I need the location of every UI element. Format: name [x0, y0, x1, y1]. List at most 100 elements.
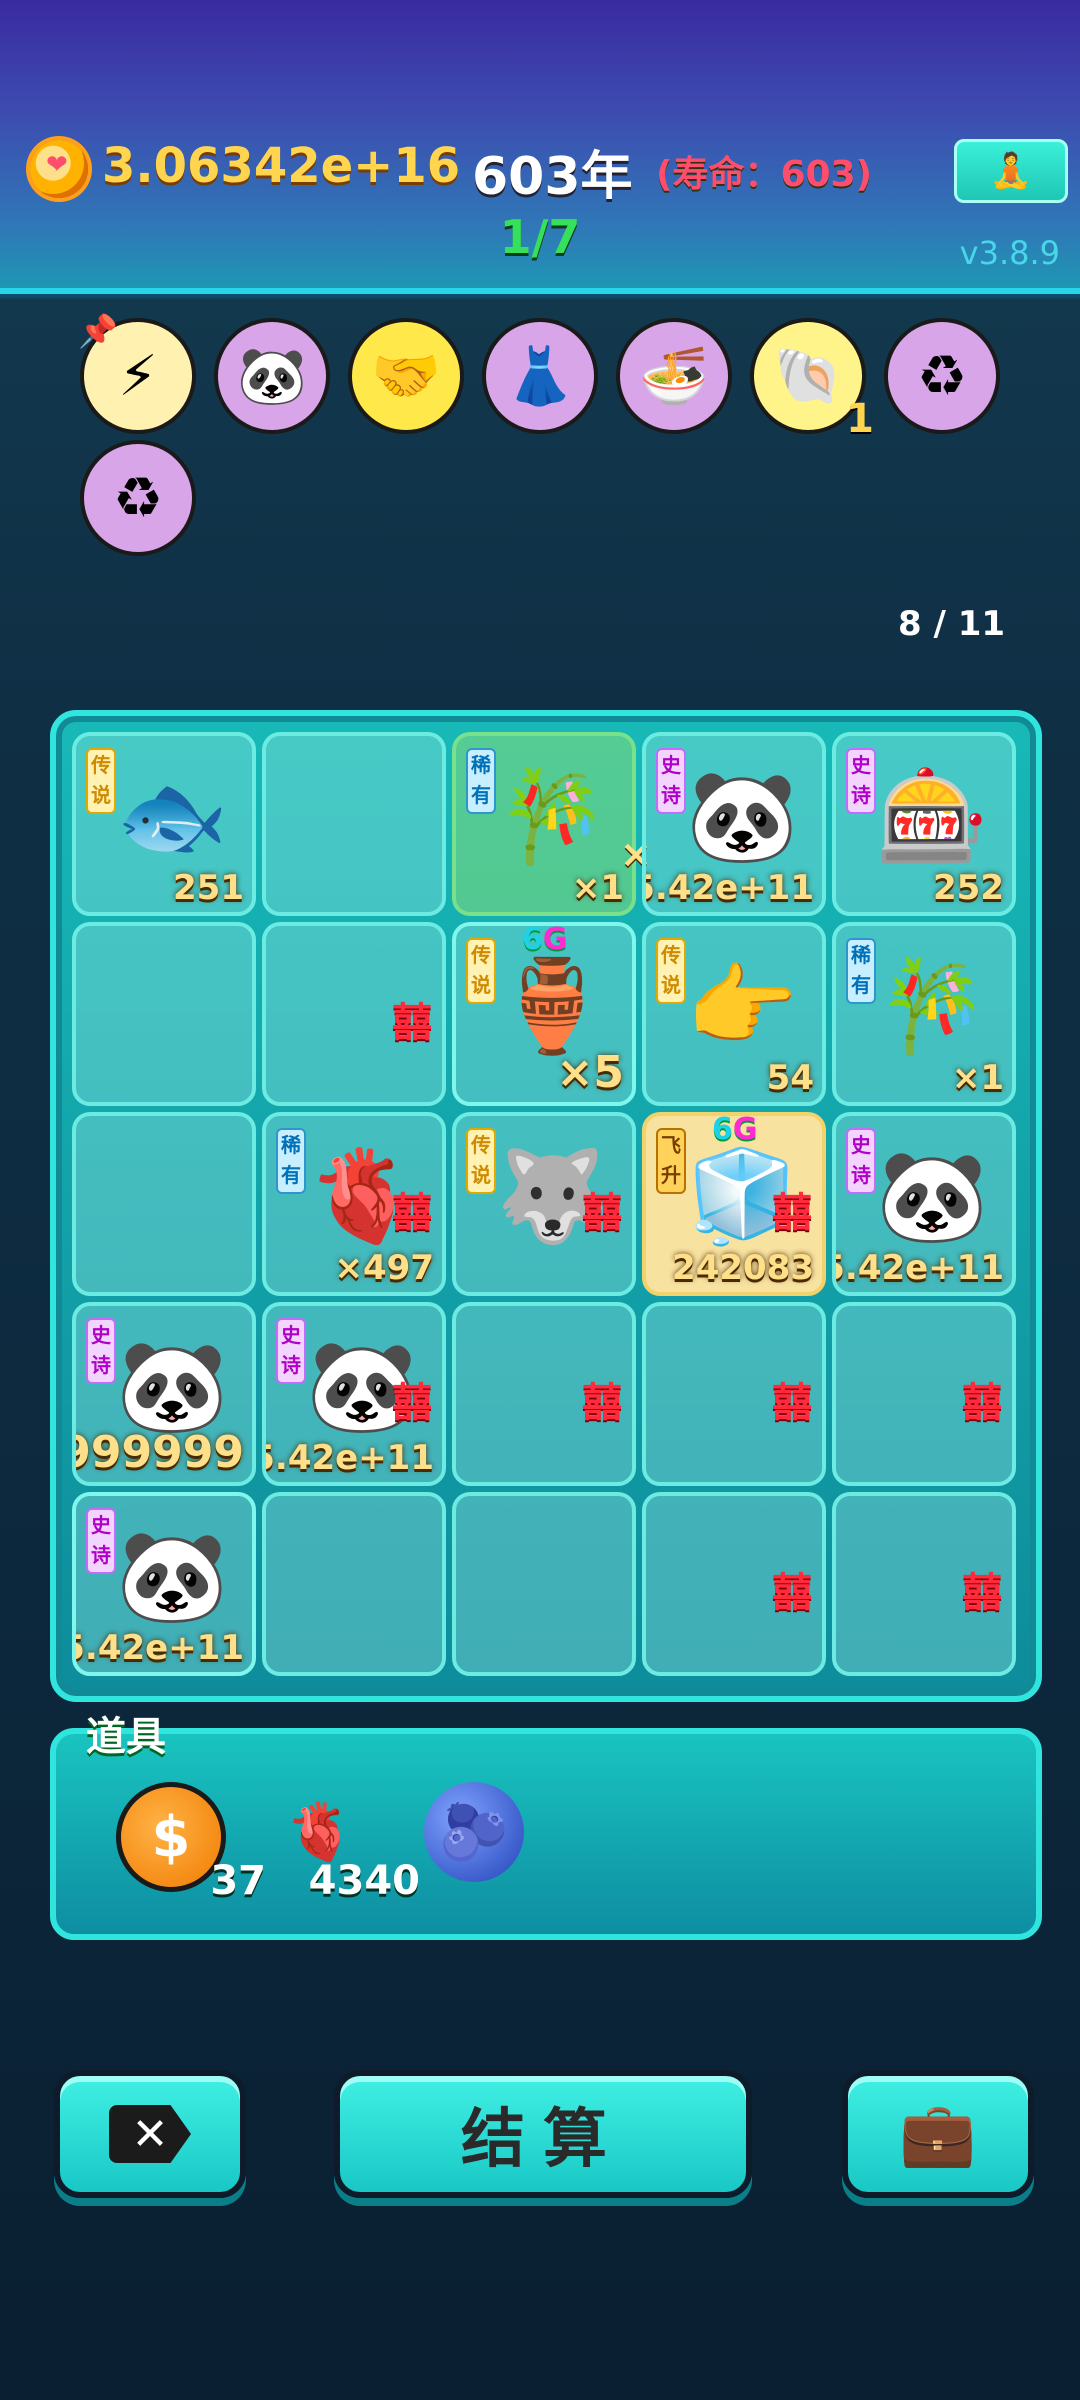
heart-coin-icon: [30, 140, 88, 198]
powerup-lightning-icon[interactable]: ⚡ 📌: [78, 312, 196, 434]
powerup-count-badge: 1: [846, 396, 874, 442]
grid-cell[interactable]: 囍: [642, 1492, 826, 1676]
item-count: 5.42e+11: [642, 868, 814, 908]
double-happiness-icon: 囍: [392, 1190, 432, 1236]
item-count: ×1: [951, 1058, 1004, 1098]
level-letter: G: [732, 1112, 758, 1147]
blueberry-icon: 🫐: [424, 1782, 524, 1882]
rarity-tag: 传说: [86, 748, 116, 814]
props-panel: $37 🫀 4340 🫐: [50, 1728, 1042, 1940]
bowl-swap-icon: 🍜: [639, 344, 709, 409]
grid-cell[interactable]: 史诗 🎰 252: [832, 732, 1016, 916]
item-count: 252: [933, 868, 1004, 908]
rarity-tag: 稀有: [276, 1128, 306, 1194]
rarity-tag: 传说: [656, 938, 686, 1004]
double-happiness-icon: 囍: [962, 1380, 1002, 1426]
prop-count: 37: [210, 1858, 266, 1904]
grid-cell[interactable]: 稀有 🫀 囍 ×497: [262, 1112, 446, 1296]
handshake-icon: 🤝: [371, 344, 441, 409]
briefcase-icon: 💼: [899, 2097, 977, 2170]
grid-cell[interactable]: 传说 6G 🏺 ×5: [452, 922, 636, 1106]
grid-cell[interactable]: 囍: [452, 1302, 636, 1486]
meditate-button[interactable]: 🧘: [954, 139, 1068, 203]
crowned-bamboo-icon: 🎋: [496, 764, 609, 869]
grid-cell[interactable]: 史诗 🐼 囍 5.42e+11: [262, 1302, 446, 1486]
double-happiness-icon: 囍: [772, 1570, 812, 1616]
level-tag: 6G: [712, 1112, 758, 1147]
inventory-button[interactable]: 💼: [842, 2070, 1034, 2198]
powerup-skirt-icon[interactable]: 👗: [482, 318, 598, 434]
crowned-panda-icon: 🐼: [116, 1334, 229, 1439]
item-grid: 传说 🐟 251 稀有 🎋 ×1 × 史诗 🐼 5.42e+11 史诗 🎰 252 囍传说 6G 🏺 ×5 传说 👉…: [50, 710, 1042, 1702]
rarity-tag: 史诗: [846, 748, 876, 814]
grid-cell[interactable]: 飞升 6G 🧊 囍 242083: [642, 1112, 826, 1296]
item-count: ×5: [556, 1047, 624, 1098]
powerup-bowl-swap-icon[interactable]: 🍜: [616, 318, 732, 434]
grid-cell[interactable]: [452, 1492, 636, 1676]
grid-cell[interactable]: 史诗 🐼 999999: [72, 1302, 256, 1486]
level-number: 6: [712, 1112, 733, 1147]
double-happiness-icon: 囍: [772, 1380, 812, 1426]
item-count: 999999: [72, 1427, 244, 1478]
crowned-panda-icon: 🐼: [876, 1144, 989, 1249]
grid-cell[interactable]: 史诗 🐼 5.42e+11: [642, 732, 826, 916]
lifespan-display: (寿命：603): [656, 154, 873, 195]
grid-cell[interactable]: 囍: [832, 1302, 1016, 1486]
grid-cell[interactable]: 囍: [642, 1302, 826, 1486]
grid-cell[interactable]: 稀有 🎋 ×1: [452, 732, 636, 916]
prop-blueberry[interactable]: 🫐: [424, 1782, 534, 1892]
grid-cell[interactable]: 囍: [832, 1492, 1016, 1676]
grid-cell[interactable]: 史诗 🐼 5.42e+11: [72, 1492, 256, 1676]
item-count: 54: [766, 1058, 814, 1098]
rarity-tag: 史诗: [276, 1318, 306, 1384]
grid-cell[interactable]: [262, 1492, 446, 1676]
settle-label: 结算: [461, 2103, 625, 2177]
close-button[interactable]: ✕: [54, 2070, 246, 2198]
powerup-panda-icon[interactable]: 🐼: [214, 318, 330, 434]
settle-button[interactable]: 结算: [334, 2070, 752, 2198]
rarity-tag: 史诗: [86, 1318, 116, 1384]
grid-cell[interactable]: 传说 🐟 251: [72, 732, 256, 916]
koi-fish-icon: 🐟: [116, 764, 229, 869]
level-letter: G: [542, 922, 568, 957]
crowned-panda-icon: 🐼: [116, 1524, 229, 1629]
gacha-machine-icon: 🎰: [876, 764, 989, 869]
year-display: 603年: [472, 147, 633, 207]
grid-cell[interactable]: [72, 922, 256, 1106]
lightning-icon: ⚡: [118, 343, 158, 409]
grid-cell[interactable]: 传说 👉 54: [642, 922, 826, 1106]
rarity-tag: 稀有: [846, 938, 876, 1004]
pointing-hand-icon: 👉: [686, 954, 799, 1059]
item-count: ×497: [334, 1248, 434, 1288]
recycle-icon: ♻: [916, 343, 968, 409]
double-happiness-icon: 囍: [772, 1190, 812, 1236]
level-number: 6: [522, 922, 543, 957]
page-indicator: 8 / 11: [898, 604, 1006, 644]
double-happiness-icon: 囍: [582, 1190, 622, 1236]
top-bar: 3.06342e+16 603年 (寿命：603) 🧘 1/7 v3.8.9: [0, 0, 1080, 294]
prop-liver[interactable]: 🫀 4340: [270, 1782, 420, 1904]
grid-cell[interactable]: [72, 1112, 256, 1296]
recycle-icon: ♻: [112, 465, 164, 531]
item-count: 5.42e+11: [72, 1628, 244, 1668]
item-count: 251: [173, 868, 244, 908]
grid-cell[interactable]: 史诗 🐼 5.42e+11: [832, 1112, 1016, 1296]
item-count: 5.42e+11: [832, 1248, 1004, 1288]
rarity-tag: 稀有: [466, 748, 496, 814]
prop-dollar-coin[interactable]: $37: [116, 1782, 266, 1904]
powerup-handshake-icon[interactable]: 🤝: [348, 318, 464, 434]
item-count: 242083: [672, 1248, 814, 1288]
powerup-recycle-icon[interactable]: ♻: [80, 440, 196, 556]
grid-cell[interactable]: 稀有 🎋 ×1: [832, 922, 1016, 1106]
grid-cell[interactable]: [262, 732, 446, 916]
grid-cell[interactable]: 囍: [262, 922, 446, 1106]
level-tag: 6G: [522, 922, 568, 957]
pin-icon: 📌: [78, 312, 118, 350]
powerup-shell-icon[interactable]: 🐚 1: [750, 318, 874, 442]
powerup-recycle-icon[interactable]: ♻: [884, 318, 1000, 434]
meditation-icon: 🧘: [989, 151, 1033, 191]
double-happiness-icon: 囍: [392, 1380, 432, 1426]
props-title: 道具: [86, 1714, 166, 1760]
vase-icon: 🏺: [496, 954, 609, 1059]
grid-cell[interactable]: 传说 🐺 囍: [452, 1112, 636, 1296]
